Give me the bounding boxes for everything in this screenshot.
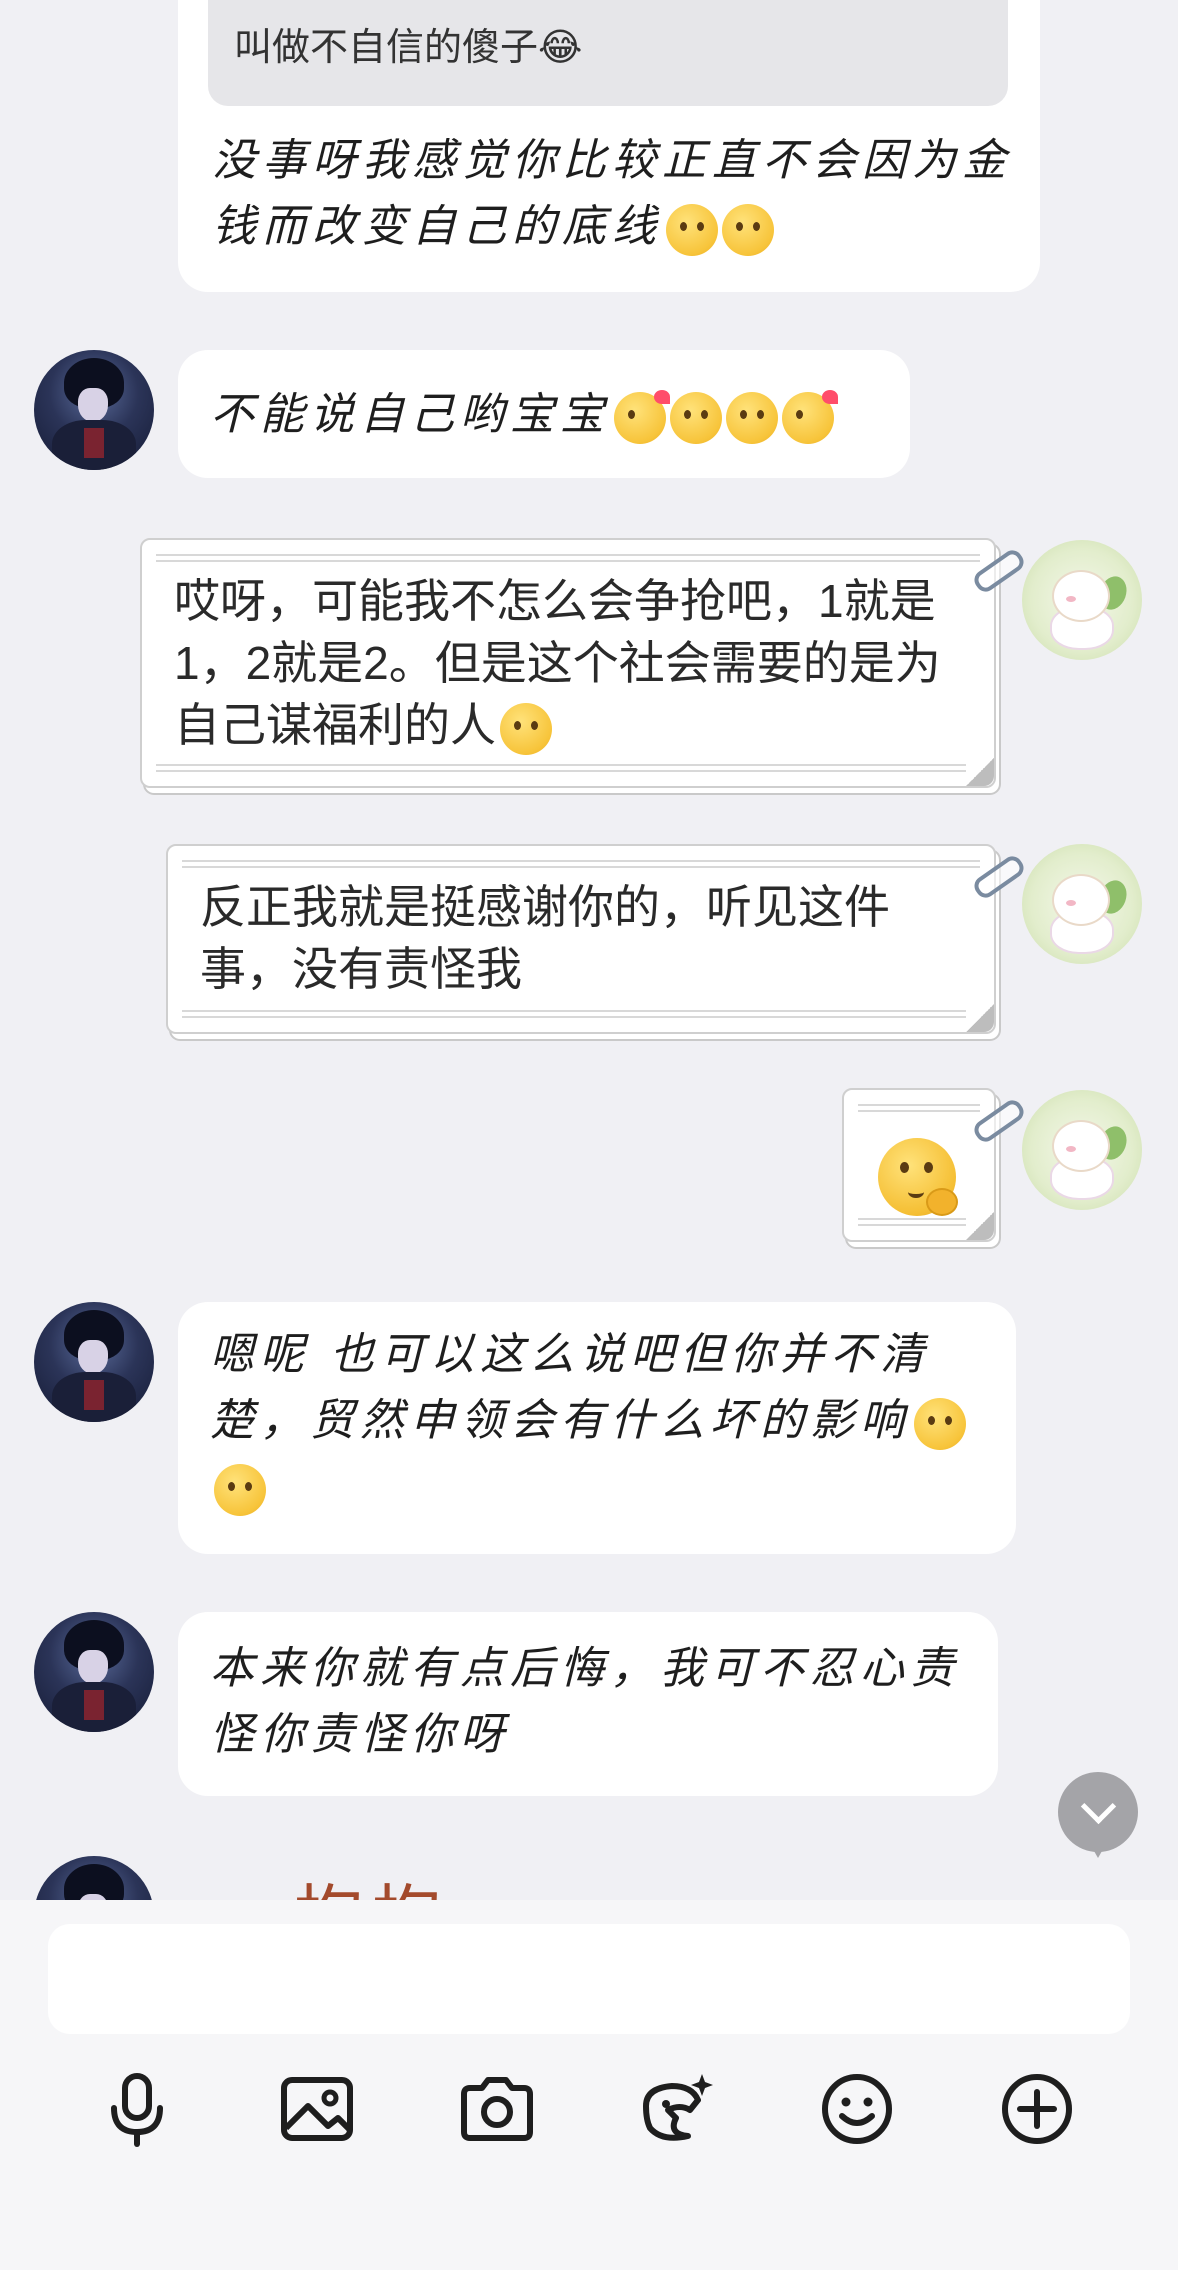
message-text: 没事呀我感觉你比较正直不会因为金钱而改变自己的底线 — [212, 128, 1012, 260]
heart-starstruck-emoji — [782, 389, 838, 444]
avatar[interactable] — [34, 350, 154, 470]
avatar[interactable] — [34, 1302, 154, 1422]
emoji-icon[interactable] — [812, 2064, 902, 2154]
blush-hug-emoji — [670, 391, 722, 444]
avatar[interactable] — [1022, 844, 1142, 964]
pleading-emoji — [500, 702, 552, 755]
blush-hug-emoji — [666, 203, 718, 256]
message-list[interactable]: 叫做不自信的傻子😂 没事呀我感觉你比较正直不会因为金钱而改变自己的底线 不能说自… — [0, 0, 1178, 1900]
image-icon[interactable] — [272, 2064, 362, 2154]
starstruck-emoji — [726, 391, 778, 444]
message-input[interactable] — [48, 1924, 1130, 2034]
avatar[interactable] — [34, 1612, 154, 1732]
microphone-icon[interactable] — [92, 2064, 182, 2154]
quoted-message-text: 叫做不自信的傻子😂 — [234, 27, 583, 69]
scroll-to-bottom-button[interactable] — [1058, 1772, 1138, 1858]
message-text: 本来你就有点后悔，我可不忍心责怪你责怪你呀 — [210, 1643, 960, 1760]
sticker-icon[interactable] — [632, 2064, 722, 2154]
avatar[interactable] — [34, 1856, 154, 1900]
message-text: 不能说自己哟宝宝 — [210, 382, 900, 448]
message-text: 哎呀，可能我不怎么会争抢吧，1就是1，2就是2。但是这个社会需要的是为自己谋福利… — [174, 570, 974, 756]
thinking-shush-emoji — [914, 1397, 966, 1450]
blush-hug-emoji — [722, 203, 774, 256]
chat-screen: 叫做不自信的傻子😂 没事呀我感觉你比较正直不会因为金钱而改变自己的底线 不能说自… — [0, 0, 1178, 2270]
message-text: 嗯呢 也可以这么说吧但你并不清楚，贸然申领会有什么坏的影响 — [210, 1322, 1000, 1520]
avatar[interactable] — [1022, 540, 1142, 660]
camera-icon[interactable] — [452, 2064, 542, 2154]
composer-bar — [0, 1900, 1178, 2270]
avatar[interactable] — [1022, 1090, 1142, 1210]
heart-hug-emoji — [614, 389, 670, 444]
message-text: 反正我就是挺感谢你的，听见这件事，没有责怪我 — [200, 881, 890, 995]
yummy-face-sticker[interactable] — [878, 1138, 958, 1216]
plus-icon[interactable] — [992, 2064, 1082, 2154]
thinking-shush-emoji — [214, 1463, 266, 1516]
message-text-partial: 抱抱 — [294, 1862, 450, 1900]
